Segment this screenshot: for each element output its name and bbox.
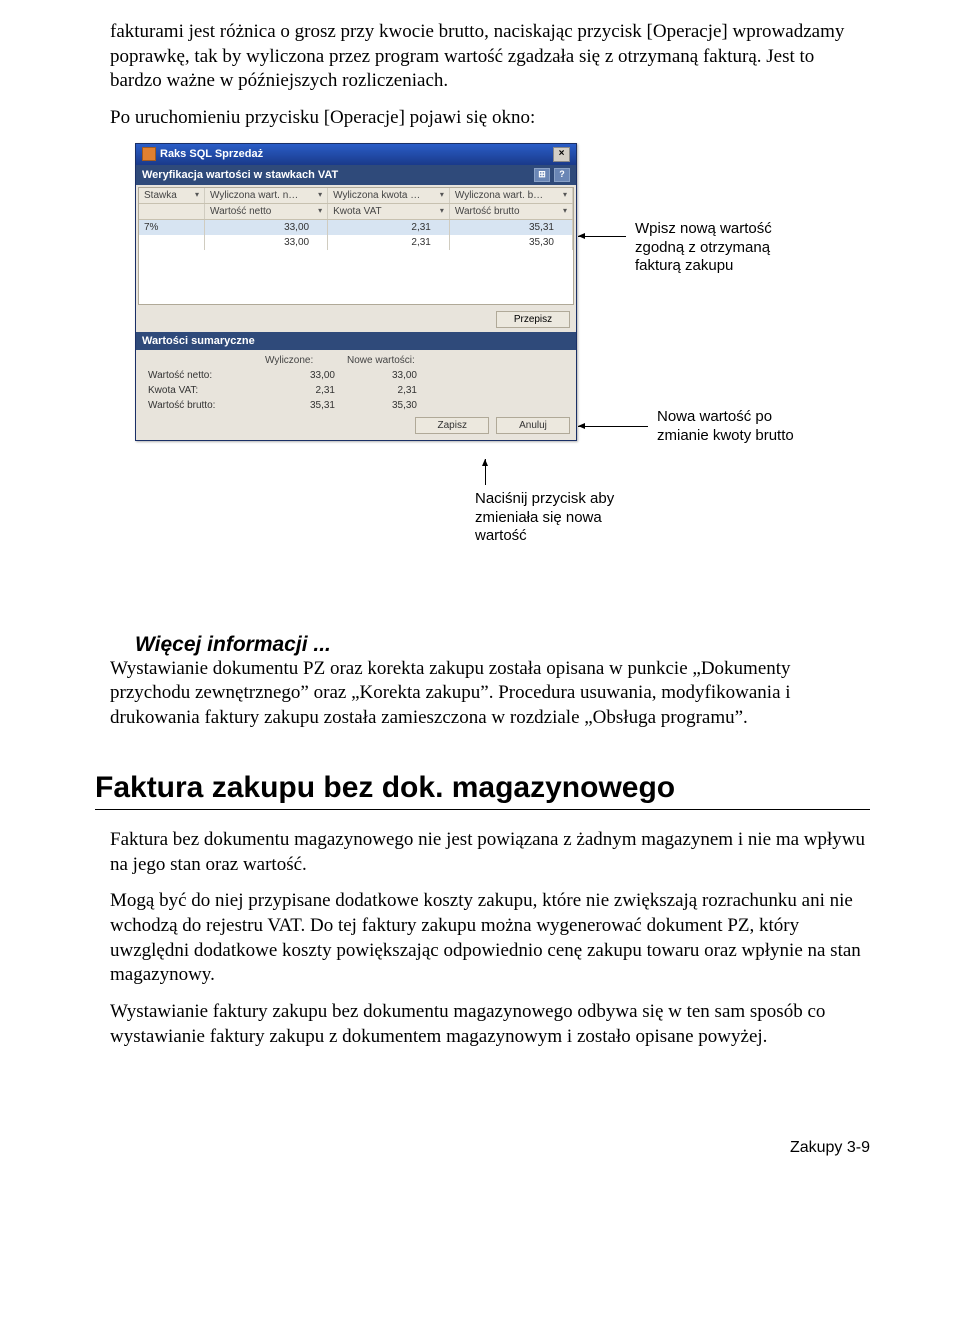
section-paragraph: Wystawianie faktury zakupu bez dokumentu… xyxy=(110,1000,870,1049)
chevron-down-icon[interactable]: ▾ xyxy=(195,190,199,199)
przepisz-button[interactable]: Przepisz xyxy=(496,311,570,328)
summary-header: Wartości sumaryczne xyxy=(136,332,576,350)
titlebar: Raks SQL Sprzedaż × xyxy=(136,144,576,165)
annotation-nowa-wartosc: Nowa wartość po zmianie kwoty brutto xyxy=(657,408,797,446)
col-vat[interactable]: Kwota VAT▾ xyxy=(328,203,450,219)
dialog-subtitle: Weryfikacja wartości w stawkach VAT xyxy=(142,169,338,181)
summary-col-wyliczone: Wyliczone: xyxy=(259,353,341,368)
chevron-down-icon[interactable]: ▾ xyxy=(563,190,567,199)
summary-row: Wartość netto: 33,00 33,00 xyxy=(142,368,423,383)
layout-icon[interactable]: ⊞ xyxy=(534,168,550,182)
summary-col-nowe: Nowe wartości: xyxy=(341,353,423,368)
intro-paragraph-1: fakturami jest różnica o grosz przy kwoc… xyxy=(110,20,870,94)
chevron-down-icon[interactable]: ▾ xyxy=(440,206,444,215)
col-wyl-vat[interactable]: Wyliczona kwota …▾ xyxy=(328,188,450,204)
arrow-icon xyxy=(578,236,626,237)
chevron-down-icon[interactable]: ▾ xyxy=(563,206,567,215)
col-empty xyxy=(139,203,205,219)
section-heading: Faktura zakupu bez dok. magazynowego xyxy=(95,771,870,805)
chevron-down-icon[interactable]: ▾ xyxy=(318,190,322,199)
annotation-nacisnij: Naciśnij przycisk aby zmieniała się nowa… xyxy=(475,490,635,546)
annotation-new-value: Wpisz nową wartość zgodną z otrzymaną fa… xyxy=(635,220,805,276)
table-row[interactable]: 7% 33,00 2,31 35,31 xyxy=(139,219,573,235)
chevron-down-icon[interactable]: ▾ xyxy=(440,190,444,199)
section-rule xyxy=(95,809,870,810)
col-net[interactable]: Wartość netto▾ xyxy=(205,203,328,219)
app-icon xyxy=(142,147,156,161)
screenshot-figure: Raks SQL Sprzedaż × Weryfikacja wartości… xyxy=(135,143,870,573)
col-brutto[interactable]: Wartość brutto▾ xyxy=(449,203,572,219)
anuluj-button[interactable]: Anuluj xyxy=(496,417,570,434)
summary-row: Wartość brutto: 35,31 35,30 xyxy=(142,398,423,413)
table-row[interactable]: 33,00 2,31 35,30 xyxy=(139,235,573,250)
summary-panel: Wyliczone: Nowe wartości: Wartość netto:… xyxy=(136,350,576,440)
dialog-window: Raks SQL Sprzedaż × Weryfikacja wartości… xyxy=(135,143,577,441)
page-footer: Zakupy 3-9 xyxy=(110,1139,870,1157)
col-wyl-brutto[interactable]: Wyliczona wart. b…▾ xyxy=(449,188,572,204)
more-info-body: Wystawianie dokumentu PZ oraz korekta za… xyxy=(110,657,870,731)
dialog-subtitle-bar: Weryfikacja wartości w stawkach VAT ⊞ ? xyxy=(136,165,576,185)
zapisz-button[interactable]: Zapisz xyxy=(415,417,489,434)
summary-row: Kwota VAT: 2,31 2,31 xyxy=(142,383,423,398)
values-grid: Stawka▾ Wyliczona wart. n…▾ Wyliczona kw… xyxy=(138,187,574,305)
intro-paragraph-2: Po uruchomieniu przycisku [Operacje] poj… xyxy=(110,106,870,131)
col-stawka[interactable]: Stawka▾ xyxy=(139,188,205,204)
section-paragraph: Mogą być do niej przypisane dodatkowe ko… xyxy=(110,889,870,988)
chevron-down-icon[interactable]: ▾ xyxy=(318,206,322,215)
col-wyl-net[interactable]: Wyliczona wart. n…▾ xyxy=(205,188,328,204)
przepisz-row: Przepisz xyxy=(136,307,576,332)
more-info-heading: Więcej informacji ... xyxy=(135,633,870,657)
close-icon[interactable]: × xyxy=(553,147,570,162)
section-paragraph: Faktura bez dokumentu magazynowego nie j… xyxy=(110,828,870,877)
arrow-icon xyxy=(485,459,486,485)
help-icon[interactable]: ? xyxy=(554,168,570,182)
arrow-icon xyxy=(578,426,648,427)
window-title: Raks SQL Sprzedaż xyxy=(160,148,263,160)
